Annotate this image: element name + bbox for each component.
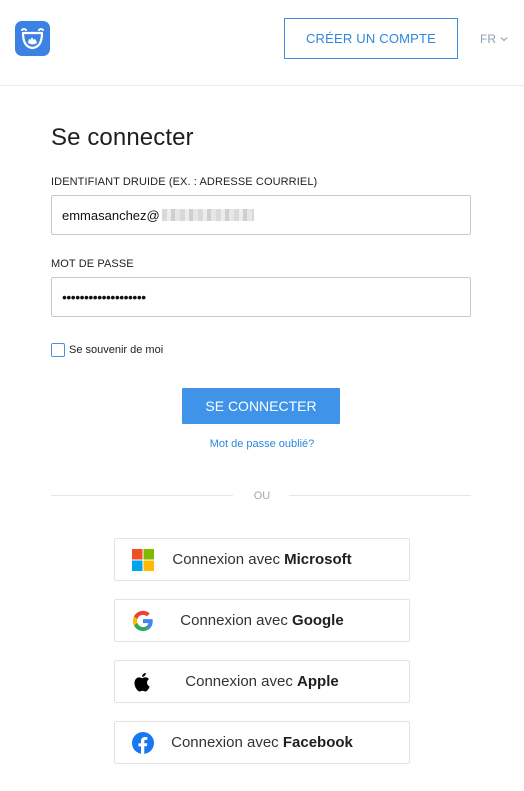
- identifier-value: emmasanchez@: [62, 207, 160, 223]
- password-label: MOT DE PASSE: [51, 258, 134, 270]
- apple-login-label: Connexion avec Apple: [115, 673, 409, 690]
- login-prefix: Connexion avec: [185, 673, 298, 690]
- language-label: FR: [480, 32, 496, 46]
- google-login-label: Connexion avec Google: [115, 612, 409, 629]
- password-input[interactable]: •••••••••••••••••••: [51, 277, 471, 317]
- password-value: •••••••••••••••••••: [62, 289, 146, 305]
- provider-name: Facebook: [282, 734, 353, 751]
- chevron-down-icon: [500, 37, 508, 42]
- apple-login-button[interactable]: Connexion avec Apple: [114, 660, 410, 703]
- identifier-label: IDENTIFIANT DRUIDE (EX. : ADRESSE COURRI…: [51, 176, 318, 188]
- login-prefix: Connexion avec: [180, 612, 293, 629]
- or-label: OU: [253, 490, 271, 502]
- microsoft-login-button[interactable]: Connexion avec Microsoft: [114, 538, 410, 581]
- login-prefix: Connexion avec: [172, 551, 285, 568]
- redacted-text: [161, 209, 254, 221]
- google-login-button[interactable]: Connexion avec Google: [114, 599, 410, 642]
- create-account-button[interactable]: CRÉER UN COMPTE: [284, 18, 458, 59]
- remember-me[interactable]: Se souvenir de moi: [51, 343, 163, 357]
- identifier-input[interactable]: emmasanchez@: [51, 195, 471, 235]
- provider-name: Microsoft: [284, 551, 352, 568]
- top-header: CRÉER UN COMPTE FR: [0, 0, 524, 86]
- sign-in-button[interactable]: SE CONNECTER: [182, 388, 340, 424]
- language-selector[interactable]: FR: [480, 32, 508, 46]
- login-prefix: Connexion avec: [171, 734, 283, 751]
- druide-logo-icon[interactable]: [15, 21, 50, 56]
- facebook-login-label: Connexion avec Facebook: [115, 734, 409, 751]
- forgot-password-link[interactable]: Mot de passe oublié?: [210, 438, 315, 450]
- page-title: Se connecter: [51, 124, 194, 151]
- facebook-login-button[interactable]: Connexion avec Facebook: [114, 721, 410, 764]
- forgot-password-row: Mot de passe oublié?: [0, 438, 524, 450]
- remember-me-label: Se souvenir de moi: [69, 344, 164, 356]
- provider-name: Apple: [297, 673, 339, 690]
- remember-me-checkbox[interactable]: [51, 343, 65, 357]
- provider-name: Google: [292, 612, 344, 629]
- microsoft-login-label: Connexion avec Microsoft: [115, 551, 409, 568]
